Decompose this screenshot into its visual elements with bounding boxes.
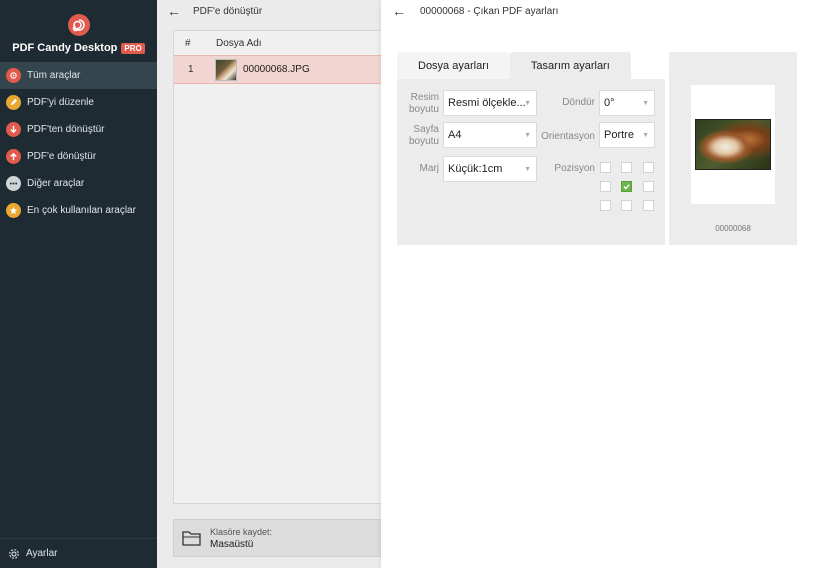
preview-image (695, 119, 771, 170)
save-folder-button[interactable]: Klasöre kaydet: Masaüstü (173, 519, 381, 557)
position-top-right[interactable] (643, 162, 654, 173)
position-label: Pozisyon (554, 163, 595, 174)
arrow-up-icon (6, 149, 21, 164)
sidebar-item-label: Diğer araçlar (27, 178, 85, 189)
position-middle-left[interactable] (600, 181, 611, 192)
page-size-select[interactable]: A4 ▼ (443, 122, 537, 148)
table-header: # Dosya Adı (174, 31, 381, 55)
sidebar-nav: Tüm araçlar PDF'yi düzenle PDF'ten dönüş… (0, 62, 157, 224)
position-top-left[interactable] (600, 162, 611, 173)
orientation-select[interactable]: Portre ▼ (599, 122, 655, 148)
position-bottom-right[interactable] (643, 200, 654, 211)
orientation-value: Portre (604, 129, 634, 141)
settings-button[interactable]: Ayarlar (0, 538, 157, 568)
output-settings-panel: ← 00000068 - Çıkan PDF ayarları Dosya ay… (381, 0, 813, 568)
file-thumbnail (215, 58, 237, 81)
folder-icon (182, 531, 201, 546)
tab-design-settings[interactable]: Tasarım ayarları (509, 52, 631, 79)
panel-title: PDF'e dönüştür (193, 5, 263, 17)
file-table: # Dosya Adı 1 00000068.JPG (173, 30, 381, 504)
rotate-value: 0° (604, 97, 615, 109)
margin-label: Marj (419, 163, 439, 174)
app-name: PDF Candy Desktop (12, 42, 118, 54)
image-size-select[interactable]: Resmi ölçekle... ▼ (443, 90, 537, 116)
save-folder-label: Klasöre kaydet: (210, 526, 273, 537)
pencil-icon (6, 95, 21, 110)
column-header-filename[interactable]: Dosya Adı (202, 38, 262, 49)
sidebar-item-label: En çok kullanılan araçlar (27, 205, 136, 216)
row-number: 1 (188, 64, 194, 75)
gear-icon (9, 548, 19, 559)
checkmark-icon (623, 184, 630, 190)
image-size-label: Resim boyutu (408, 92, 439, 115)
arrow-down-icon (6, 122, 21, 137)
page-size-value: A4 (448, 129, 462, 141)
image-size-value: Resmi ölçekle... (448, 97, 526, 109)
preview-page (691, 85, 775, 204)
panel-title: 00000068 - Çıkan PDF ayarları (420, 5, 559, 17)
chevron-down-icon: ▼ (524, 100, 531, 107)
sidebar-item-label: PDF'yi düzenle (27, 97, 94, 108)
page-size-label: Sayfa boyutu (408, 124, 439, 147)
chevron-down-icon: ▼ (642, 132, 649, 139)
sidebar-item-label: PDF'e dönüştür (27, 151, 97, 162)
position-top-center[interactable] (621, 162, 632, 173)
preview-caption: 00000068 (715, 224, 751, 233)
star-icon (6, 203, 21, 218)
rotate-label: Döndür (562, 97, 595, 108)
chevron-down-icon: ▼ (524, 166, 531, 173)
sidebar-item-convert-from-pdf[interactable]: PDF'ten dönüştür (0, 116, 157, 143)
chevron-down-icon: ▼ (642, 100, 649, 107)
back-arrow-icon[interactable]: ← (392, 4, 406, 18)
margin-value: Küçük:1cm (448, 163, 503, 175)
tab-file-settings[interactable]: Dosya ayarları (397, 52, 510, 79)
position-center[interactable] (621, 181, 632, 192)
sidebar-item-edit-pdf[interactable]: PDF'yi düzenle (0, 89, 157, 116)
table-row[interactable]: 1 00000068.JPG (174, 55, 381, 84)
rotate-select[interactable]: 0° ▼ (599, 90, 655, 116)
pdf-candy-logo-icon (67, 14, 90, 36)
spiral-icon (6, 68, 21, 83)
position-bottom-center[interactable] (621, 200, 632, 211)
save-folder-value: Masaüstü (210, 538, 254, 550)
back-arrow-icon[interactable]: ← (167, 4, 181, 18)
pro-badge: PRO (121, 42, 145, 54)
sidebar-item-other-tools[interactable]: Diğer araçlar (0, 170, 157, 197)
sidebar-item-all-tools[interactable]: Tüm araçlar (0, 62, 157, 89)
file-name: 00000068.JPG (243, 64, 310, 75)
settings-label: Ayarlar (26, 548, 58, 559)
sidebar-item-label: Tüm araçlar (27, 70, 81, 81)
file-list-panel: ← PDF'e dönüştür # Dosya Adı 1 00000068.… (157, 0, 381, 568)
sidebar-item-convert-to-pdf[interactable]: PDF'e dönüştür (0, 143, 157, 170)
column-header-number: # (185, 37, 191, 49)
orientation-label: Orientasyon (541, 131, 595, 142)
design-settings-form: Resim boyutu Resmi ölçekle... ▼ Sayfa bo… (397, 79, 665, 245)
page-preview: 00000068 (669, 52, 797, 245)
position-bottom-left[interactable] (600, 200, 611, 211)
sidebar-item-most-used-tools[interactable]: En çok kullanılan araçlar (0, 197, 157, 224)
sidebar: PDF Candy Desktop PRO Tüm araçlar PDF'yi… (0, 0, 157, 568)
sidebar-item-label: PDF'ten dönüştür (27, 124, 105, 135)
settings-tabs: Dosya ayarları Tasarım ayarları (397, 52, 631, 79)
dots-icon (6, 176, 21, 191)
position-middle-right[interactable] (643, 181, 654, 192)
brand: PDF Candy Desktop PRO (0, 0, 157, 62)
margin-select[interactable]: Küçük:1cm ▼ (443, 156, 537, 182)
